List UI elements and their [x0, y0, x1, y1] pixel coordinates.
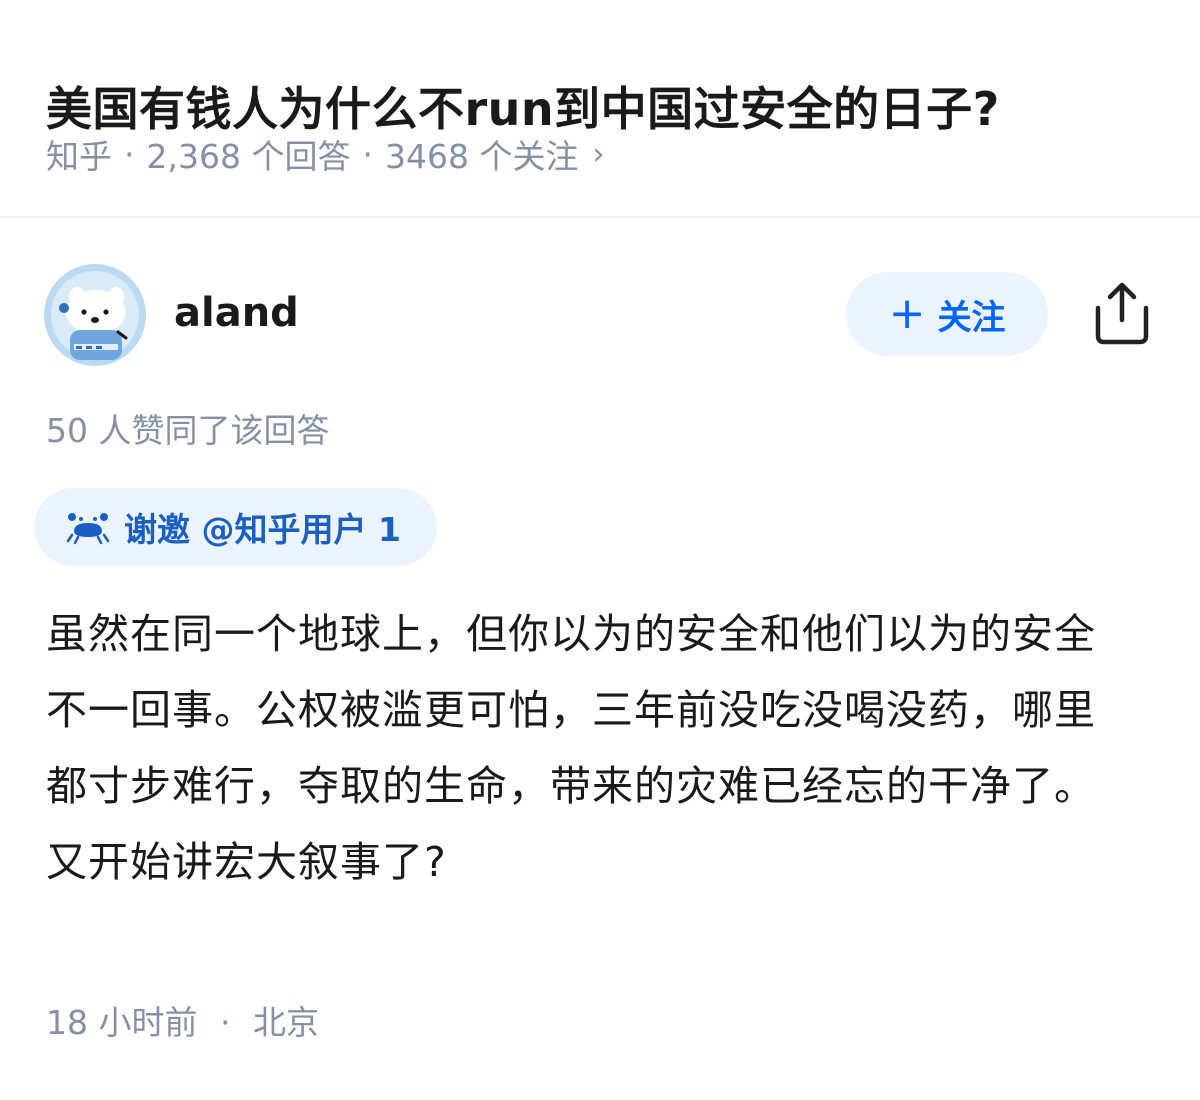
source-label: 知乎 — [46, 137, 112, 176]
plus-icon: + — [888, 288, 926, 339]
answer-time: 18 小时前 — [46, 1003, 198, 1042]
answer-location: 北京 — [252, 1003, 319, 1042]
author-row: aland + 关注 — [0, 262, 1200, 368]
separator-dot: · — [219, 1003, 231, 1042]
likes-count: 50 人赞同了该回答 — [46, 411, 330, 450]
question-meta[interactable]: 知乎 · 2,368 个回答 · 3468 个关注 › — [46, 130, 604, 178]
share-button[interactable] — [1090, 280, 1154, 346]
avatar[interactable] — [44, 264, 146, 366]
share-icon — [1095, 282, 1149, 345]
avatar-bear-icon — [44, 264, 146, 366]
followers-count: 3468 个关注 — [384, 137, 579, 176]
crab-icon — [66, 513, 110, 545]
separator-dot: · — [124, 134, 135, 174]
answers-count: 2,368 个回答 — [146, 137, 351, 176]
question-title[interactable]: 美国有钱人为什么不run到中国过安全的日子? — [46, 73, 1000, 139]
invite-label: 谢邀 @知乎用户 1 — [124, 510, 401, 549]
answer-footer: 18 小时前 · 北京 — [46, 996, 319, 1044]
chevron-right-icon: › — [592, 136, 605, 172]
follow-label: 关注 — [937, 297, 1006, 338]
follow-button[interactable]: + 关注 — [846, 272, 1048, 356]
question-header: 美国有钱人为什么不run到中国过安全的日子? 知乎 · 2,368 个回答 · … — [0, 0, 1200, 218]
answer-body: 虽然在同一个地球上，但你以为的安全和他们以为的安全不一回事。公权被滥更可怕，三年… — [46, 610, 1096, 886]
author-name[interactable]: aland — [174, 290, 299, 336]
invite-chip[interactable]: 谢邀 @知乎用户 1 — [34, 488, 437, 566]
separator-dot: · — [362, 134, 373, 174]
